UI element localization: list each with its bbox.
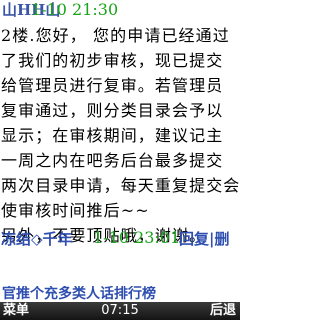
reply-time: 1-10 23:01 (93, 228, 181, 247)
post-line: 复审通过，则分类目录会予以 (1, 101, 224, 120)
post-line: 给管理员进行复审。若管理员 (1, 76, 224, 95)
post-header: 山HH山 1-10 21:30 (0, 0, 240, 22)
next-post-title[interactable]: 官推个充多类人话排行榜 (2, 286, 238, 300)
post-line: 使审核时间推后~~ (1, 201, 150, 220)
clock: 07:15 (101, 303, 139, 318)
post-line: 显示；在审核期间，建议记主 (1, 126, 224, 145)
reply-author[interactable]: 冻结◇千年 (1, 230, 73, 248)
reply-delete-link[interactable]: 回复|删 (179, 230, 229, 248)
post-line: 两次目录申请，每天重复提交会 (1, 176, 239, 195)
post-line: 2楼.您好， 您的申请已经通过 (1, 26, 230, 45)
softkey-bar: 菜单 07:15 后退 (0, 302, 240, 320)
post-time: 1-10 21:30 (31, 0, 119, 19)
back-softkey[interactable]: 后退 (210, 302, 236, 320)
reply-header: 冻结◇千年 1-10 23:01 回复|删 (1, 228, 239, 250)
post-line: 了我们的初步审核，现已提交 (1, 51, 224, 70)
post-line: 一周之内在吧务后台最多提交 (1, 151, 224, 170)
post-content: 2楼.您好， 您的申请已经通过 了我们的初步审核，现已提交 给管理员进行复审。若… (1, 23, 239, 248)
